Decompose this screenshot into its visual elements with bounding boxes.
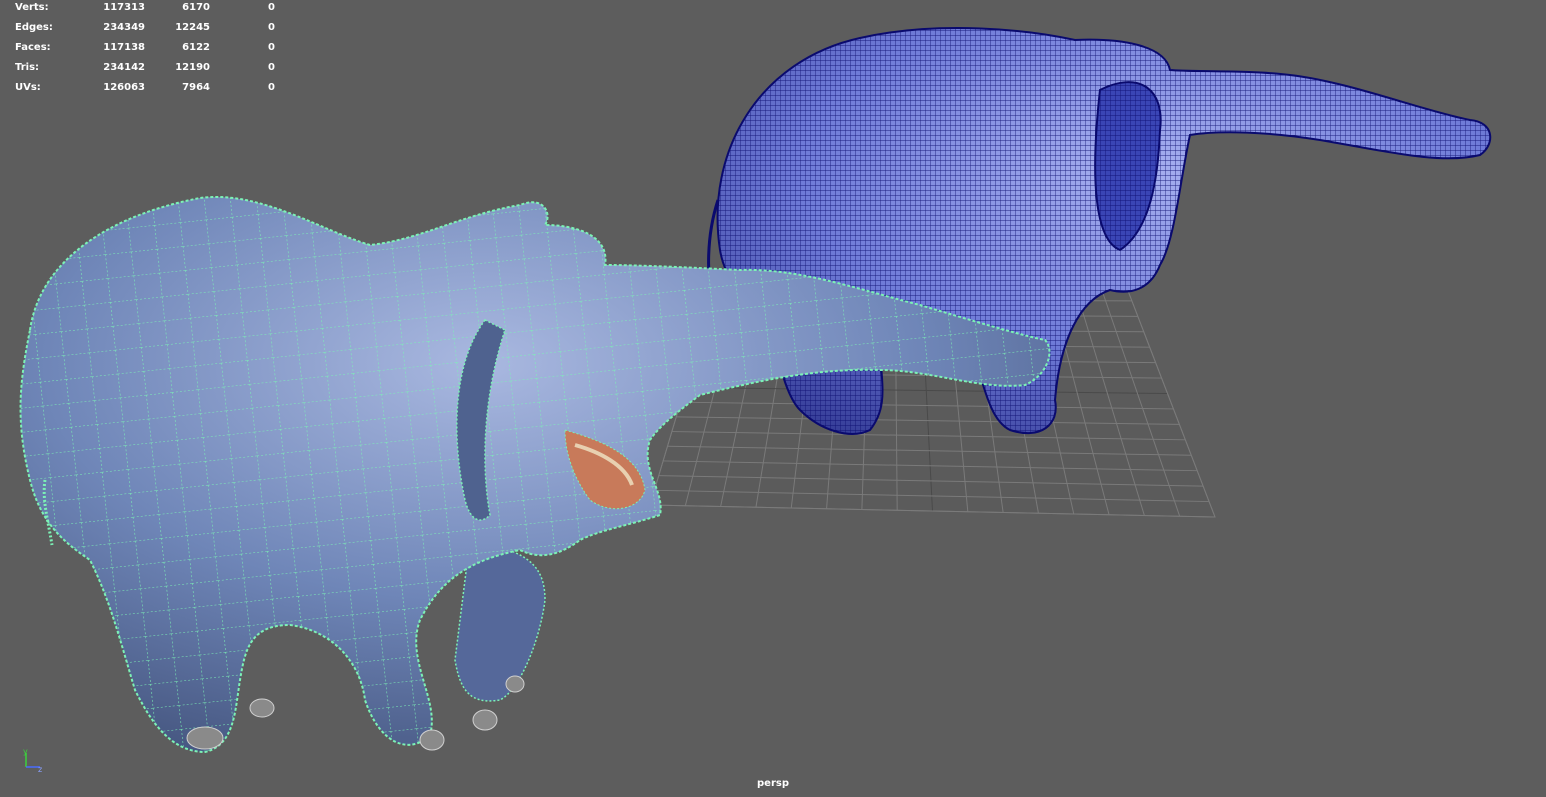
hud-value-selected: 7964: [182, 82, 210, 93]
hud-value-extra: 0: [268, 2, 275, 13]
hud-row: Verts: 117313 6170 0: [15, 1, 275, 21]
hud-value-selected: 12190: [175, 62, 210, 73]
hud-value-scene: 117313: [103, 2, 145, 13]
hud-value-scene: 234349: [103, 22, 145, 33]
hud-label: Verts:: [15, 2, 49, 13]
hud-value-scene: 117138: [103, 42, 145, 53]
hud-value-extra: 0: [268, 42, 275, 53]
viewport-scene[interactable]: [0, 0, 1546, 797]
hud-label: Edges:: [15, 22, 53, 33]
camera-name-label: persp: [757, 778, 789, 789]
hud-value-selected: 6122: [182, 42, 210, 53]
hud-value-scene: 234142: [103, 62, 145, 73]
hud-row: Tris: 234142 12190 0: [15, 61, 275, 81]
hud-value-extra: 0: [268, 22, 275, 33]
hud-row: Edges: 234349 12245 0: [15, 21, 275, 41]
hud-value-scene: 126063: [103, 82, 145, 93]
axis-gizmo: y z: [23, 747, 42, 774]
hud-value-extra: 0: [268, 82, 275, 93]
hud-label: Faces:: [15, 42, 51, 53]
hud-row: UVs: 126063 7964 0: [15, 81, 275, 101]
hud-label: UVs:: [15, 82, 41, 93]
hud-value-extra: 0: [268, 62, 275, 73]
poly-count-hud: Verts: 117313 6170 0 Edges: 234349 12245 0 Faces…: [15, 1, 275, 101]
hud-row: Faces: 117138 6122 0: [15, 41, 275, 61]
axis-z-label: z: [38, 765, 42, 774]
3d-viewport[interactable]: Verts: 117313 6170 0 Edges: 234349 12245 0 Faces…: [0, 0, 1546, 797]
hud-label: Tris:: [15, 62, 40, 73]
axis-y-label: y: [23, 747, 28, 756]
hud-value-selected: 12245: [175, 22, 210, 33]
hud-value-selected: 6170: [182, 2, 210, 13]
